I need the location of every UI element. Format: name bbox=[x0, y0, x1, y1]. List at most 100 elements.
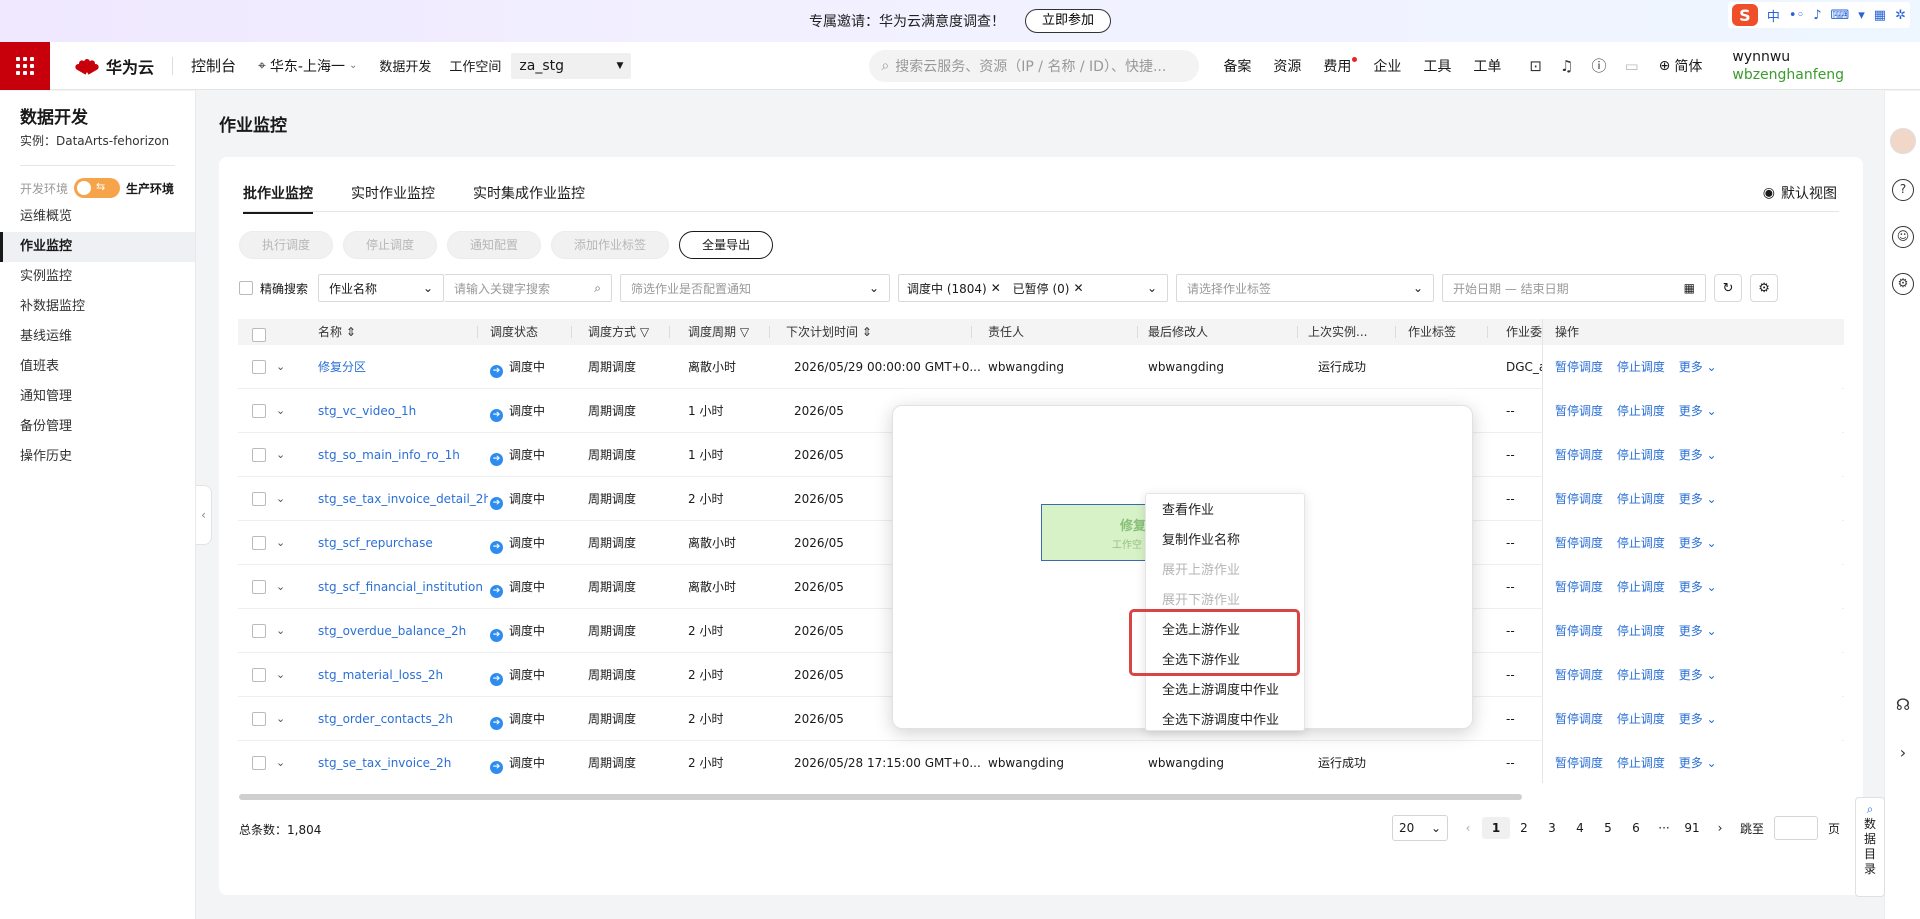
page-5[interactable]: 5 bbox=[1594, 821, 1622, 835]
page-4[interactable]: 4 bbox=[1566, 821, 1594, 835]
sidebar-item-instance-monitor[interactable]: 实例监控 bbox=[0, 262, 195, 292]
headset-icon[interactable]: ☊ bbox=[1892, 695, 1914, 717]
close-icon[interactable]: ✕ bbox=[1073, 281, 1083, 295]
data-catalog-button[interactable]: ⌕ 数据目录 bbox=[1855, 797, 1885, 897]
smiley-feedback-icon[interactable]: ☺ bbox=[1892, 226, 1914, 248]
row-expand-chevron-icon[interactable]: ⌄ bbox=[276, 565, 285, 609]
add-job-tag-button[interactable]: 添加作业标签 bbox=[551, 231, 670, 259]
context-menu-item[interactable]: 全选上游调度中作业 bbox=[1146, 676, 1304, 706]
ime-skin-icon[interactable]: ▾ bbox=[1858, 8, 1865, 23]
job-name-link[interactable]: stg_se_tax_invoice_detail_2h bbox=[318, 477, 488, 521]
exact-search-checkbox[interactable] bbox=[239, 281, 253, 295]
sidebar-item-ops-overview[interactable]: 运维概览 bbox=[0, 202, 195, 232]
sort-icon[interactable]: ⇕ bbox=[862, 325, 872, 339]
sidebar-item-backfill-monitor[interactable]: 补数据监控 bbox=[0, 292, 195, 322]
row-checkbox[interactable] bbox=[252, 536, 266, 550]
sidebar-item-notify-mgmt[interactable]: 通知管理 bbox=[0, 382, 195, 412]
default-view-button[interactable]: ◉ 默认视图 bbox=[1763, 183, 1837, 203]
nav-link-tools[interactable]: 工具 bbox=[1423, 56, 1451, 76]
notify-filter-select[interactable]: 筛选作业是否配置通知 ⌄ bbox=[620, 274, 891, 302]
context-menu-item[interactable]: 复制作业名称 bbox=[1146, 526, 1304, 556]
huawei-cloud-logo[interactable]: 华为云 bbox=[74, 54, 154, 78]
row-expand-chevron-icon[interactable]: ⌄ bbox=[276, 433, 285, 477]
nav-link-billing[interactable]: 费用 bbox=[1323, 56, 1358, 76]
stop-schedule-link[interactable]: 停止调度 bbox=[1617, 492, 1665, 506]
row-expand-chevron-icon[interactable]: ⌄ bbox=[276, 345, 285, 389]
page-ellipsis[interactable]: ··· bbox=[1650, 821, 1678, 835]
sidebar-collapse-button[interactable]: ‹ bbox=[196, 485, 212, 545]
filter-icon[interactable]: ▽ bbox=[640, 325, 649, 339]
page-6[interactable]: 6 bbox=[1622, 821, 1650, 835]
job-name-link[interactable]: stg_scf_financial_institution bbox=[318, 565, 488, 609]
tab-realtime-job-monitor[interactable]: 实时作业监控 bbox=[351, 183, 435, 214]
job-name-link[interactable]: stg_order_contacts_2h bbox=[318, 697, 488, 741]
row-checkbox[interactable] bbox=[252, 448, 266, 462]
ime-keyboard-icon[interactable]: ⌨ bbox=[1831, 8, 1850, 23]
row-checkbox[interactable] bbox=[252, 712, 266, 726]
job-name-link[interactable]: stg_vc_video_1h bbox=[318, 389, 488, 433]
status-chip-scheduling[interactable]: 调度中 (1804) ✕ bbox=[903, 278, 1005, 298]
sidebar-item-baseline-ops[interactable]: 基线运维 bbox=[0, 322, 195, 352]
ime-tools-icon[interactable]: ▦ bbox=[1874, 8, 1886, 23]
settings-button[interactable]: ⚙ bbox=[1750, 274, 1779, 302]
row-checkbox[interactable] bbox=[252, 756, 266, 770]
notify-config-button[interactable]: 通知配置 bbox=[447, 231, 542, 259]
row-expand-chevron-icon[interactable]: ⌄ bbox=[276, 477, 285, 521]
row-checkbox[interactable] bbox=[252, 360, 266, 374]
more-ops-link[interactable]: 更多 ⌄ bbox=[1679, 624, 1717, 638]
row-checkbox[interactable] bbox=[252, 580, 266, 594]
row-checkbox[interactable] bbox=[252, 668, 266, 682]
stop-schedule-link[interactable]: 停止调度 bbox=[1617, 624, 1665, 638]
page-2[interactable]: 2 bbox=[1510, 821, 1538, 835]
pause-schedule-link[interactable]: 暂停调度 bbox=[1555, 668, 1603, 682]
stop-schedule-link[interactable]: 停止调度 bbox=[1617, 404, 1665, 418]
help-icon[interactable]: ⓘ bbox=[1591, 55, 1606, 76]
prev-page-button[interactable]: ‹ bbox=[1454, 821, 1482, 835]
join-survey-button[interactable]: 立即参加 bbox=[1024, 9, 1111, 33]
nav-link-enterprise[interactable]: 企业 bbox=[1373, 56, 1401, 76]
stop-schedule-link[interactable]: 停止调度 bbox=[1617, 536, 1665, 550]
more-ops-link[interactable]: 更多 ⌄ bbox=[1679, 712, 1717, 726]
bell-icon[interactable]: ♫ bbox=[1560, 57, 1573, 75]
more-ops-link[interactable]: 更多 ⌄ bbox=[1679, 492, 1717, 506]
keyword-search-input[interactable]: 请输入关键字搜索 ⌕ bbox=[444, 274, 613, 302]
ime-lang-toggle[interactable]: 中 bbox=[1767, 6, 1780, 25]
pause-schedule-link[interactable]: 暂停调度 bbox=[1555, 580, 1603, 594]
pause-schedule-link[interactable]: 暂停调度 bbox=[1555, 536, 1603, 550]
table-horizontal-scrollbar[interactable] bbox=[239, 794, 1522, 800]
more-ops-link[interactable]: 更多 ⌄ bbox=[1679, 448, 1717, 462]
page-size-select[interactable]: 20 ⌄ bbox=[1392, 815, 1448, 841]
job-name-link[interactable]: stg_material_loss_2h bbox=[318, 653, 488, 697]
row-expand-chevron-icon[interactable]: ⌄ bbox=[276, 741, 285, 783]
ime-mic-icon[interactable]: ♪ bbox=[1813, 8, 1821, 23]
refresh-button[interactable]: ↻ bbox=[1714, 274, 1743, 302]
more-ops-link[interactable]: 更多 ⌄ bbox=[1679, 404, 1717, 418]
service-menu-button[interactable] bbox=[0, 41, 50, 90]
page-1[interactable]: 1 bbox=[1482, 817, 1510, 839]
col-name[interactable]: 名称 ⇕ bbox=[318, 319, 478, 345]
more-ops-link[interactable]: 更多 ⌄ bbox=[1679, 756, 1717, 770]
select-all-checkbox[interactable] bbox=[252, 328, 266, 342]
region-selector[interactable]: ⌖ 华东-上海一 ⌄ bbox=[258, 56, 357, 76]
more-ops-link[interactable]: 更多 ⌄ bbox=[1679, 668, 1717, 682]
context-menu-item[interactable]: 全选下游调度中作业 bbox=[1146, 706, 1304, 730]
feedback-icon[interactable]: ▭ bbox=[1624, 57, 1638, 75]
language-selector[interactable]: ⊕ 简体 bbox=[1659, 56, 1703, 76]
tab-realtime-integration-monitor[interactable]: 实时集成作业监控 bbox=[473, 183, 585, 214]
stop-schedule-link[interactable]: 停止调度 bbox=[1617, 580, 1665, 594]
workspace-select[interactable]: za_stg ▼ bbox=[511, 52, 632, 79]
stop-schedule-link[interactable]: 停止调度 bbox=[1617, 448, 1665, 462]
user-menu[interactable]: wynnwu wbzenghanfeng bbox=[1732, 48, 1844, 84]
page-91[interactable]: 91 bbox=[1678, 821, 1706, 835]
job-name-link[interactable]: stg_so_main_info_ro_1h bbox=[318, 433, 488, 477]
status-filter-select[interactable]: 调度中 (1804) ✕ 已暂停 (0) ✕ ⌄ bbox=[898, 274, 1169, 302]
ime-settings-icon[interactable]: ✲ bbox=[1895, 8, 1906, 23]
more-ops-link[interactable]: 更多 ⌄ bbox=[1679, 580, 1717, 594]
job-name-link[interactable]: stg_overdue_balance_2h bbox=[318, 609, 488, 653]
stop-schedule-button[interactable]: 停止调度 bbox=[343, 231, 438, 259]
pause-schedule-link[interactable]: 暂停调度 bbox=[1555, 360, 1603, 374]
sogou-logo-icon[interactable]: S bbox=[1731, 4, 1758, 26]
console-link[interactable]: 控制台 bbox=[191, 55, 236, 76]
sidebar-item-backup-mgmt[interactable]: 备份管理 bbox=[0, 412, 195, 442]
date-range-picker[interactable]: 开始日期 — 结束日期 ▦ bbox=[1442, 274, 1707, 302]
